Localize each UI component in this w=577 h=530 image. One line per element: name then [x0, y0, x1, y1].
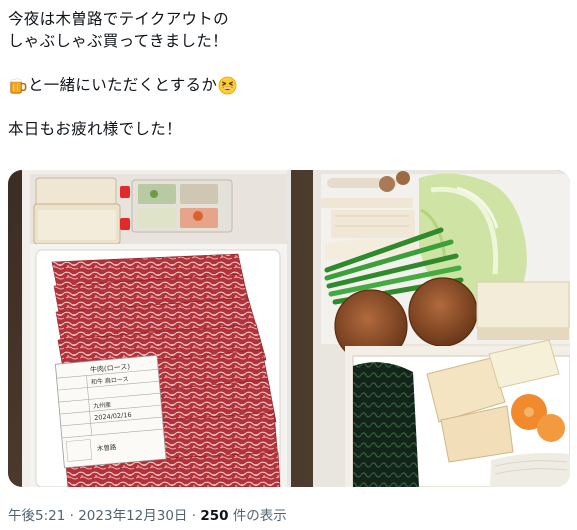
tweet-line-3: と一緒にいただくとするか	[8, 74, 568, 96]
grinning-squinting-face-icon	[218, 76, 237, 95]
tweet-line-3-text: と一緒にいただくとするか	[28, 76, 218, 94]
tweet-timestamp-link[interactable]: 午後5:21 · 2023年12月30日	[8, 508, 187, 524]
tweet-text: 今夜は木曽路でテイクアウトの しゃぶしゃぶ買ってきました！ と一緒にいただくとす…	[8, 8, 568, 140]
view-count-label: 件の表示	[232, 508, 287, 524]
view-count: 250	[200, 508, 229, 524]
tweet-time: 午後5:21	[8, 508, 66, 524]
photo-shabu-beef[interactable]: 牛肉(ロース) 和牛 肩ロース 九州産 2024/02/16 木曽路	[8, 170, 287, 487]
product-label: 牛肉(ロース) 和牛 肩ロース 九州産 2024/02/16 木曽路	[54, 354, 167, 469]
media-gallery[interactable]: 牛肉(ロース) 和牛 肩ロース 九州産 2024/02/16 木曽路	[8, 170, 570, 487]
meta-separator-2: ·	[191, 508, 197, 524]
beer-mug-icon	[8, 76, 27, 95]
tweet-metadata: 午後5:21 · 2023年12月30日 · 250 件の表示	[8, 504, 287, 524]
tweet-line-4: 本日もお疲れ様でした！	[8, 120, 182, 138]
tweet-date: 2023年12月30日	[78, 508, 188, 524]
photo-vegetables[interactable]	[291, 170, 570, 487]
tweet-line-1: 今夜は木曽路でテイクアウトの	[8, 10, 229, 28]
tweet-line-2: しゃぶしゃぶ買ってきました！	[8, 32, 228, 50]
meta-separator: ·	[69, 508, 74, 524]
label-origin: 九州産	[93, 401, 112, 411]
label-maker: 木曽路	[96, 442, 117, 453]
